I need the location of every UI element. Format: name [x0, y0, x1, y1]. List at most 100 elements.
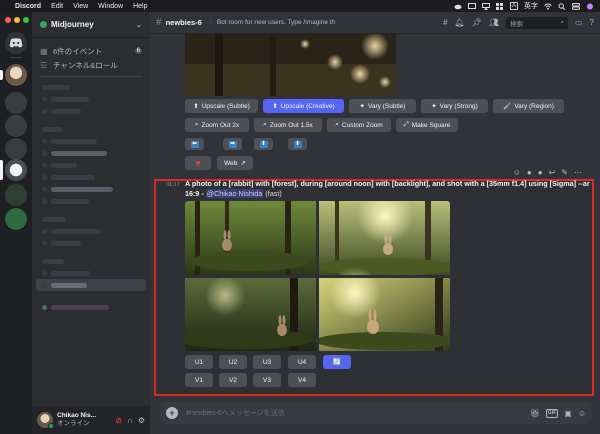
channel-category[interactable]	[32, 213, 150, 225]
vary-subtle-button[interactable]: ✦ Vary (Subtle)	[349, 99, 416, 113]
web-link-button[interactable]: Web ↗	[217, 156, 253, 170]
generated-image-grid[interactable]	[185, 201, 450, 351]
message-composer[interactable]: + #newbies-6へメッセージを送信 🎁︎ GIF ▣ ☺	[160, 402, 592, 424]
channel-item[interactable]	[32, 147, 150, 159]
search-input[interactable]: 検索 ⌕	[505, 16, 568, 29]
user-server-avatar[interactable]	[5, 64, 27, 86]
menu-view[interactable]: View	[73, 3, 88, 10]
search-icon[interactable]	[558, 2, 566, 10]
upscale-2-label: U2	[228, 358, 238, 366]
channel-item[interactable]	[32, 135, 150, 147]
airplay-icon[interactable]	[481, 2, 490, 10]
upscale-subtle-button[interactable]: ⬆ Upscale (Subtle)	[185, 99, 258, 113]
input-method-badge[interactable]: A	[509, 2, 518, 10]
sticker-icon[interactable]: ▣	[564, 409, 572, 418]
favorite-button[interactable]: ♥	[185, 156, 211, 170]
add-reaction-icon[interactable]: ☺	[513, 168, 521, 177]
emoji-icon[interactable]: ☺	[578, 409, 586, 418]
channel-item[interactable]	[32, 237, 150, 249]
threads-icon[interactable]: #	[443, 18, 447, 27]
zoom-window-icon[interactable]	[23, 17, 29, 23]
channel-item[interactable]	[32, 93, 150, 105]
upscale-2-button[interactable]: U2	[219, 355, 247, 369]
server-icon[interactable]	[5, 184, 27, 206]
siri-icon[interactable]	[586, 3, 594, 10]
gif-icon[interactable]: GIF	[545, 408, 559, 418]
discord-home-icon[interactable]	[5, 32, 27, 54]
variation-4-button[interactable]: V4	[288, 373, 316, 387]
menu-help[interactable]: Help	[133, 3, 147, 10]
pin-icon[interactable]: 📌︎	[472, 18, 482, 27]
zoom-out-1-5x-button[interactable]: ⌕ Zoom Out 1.5x	[254, 118, 322, 132]
headphones-icon[interactable]: ∩	[127, 416, 133, 425]
chevron-down-icon[interactable]: ⌄	[136, 21, 142, 29]
help-icon[interactable]: ?	[590, 18, 594, 27]
cloud-icon[interactable]	[454, 3, 462, 10]
midjourney-server-icon[interactable]	[5, 159, 27, 181]
add-attachment-icon[interactable]: +	[166, 407, 178, 419]
reroll-button[interactable]: 🔄	[323, 355, 351, 369]
variation-2-button[interactable]: V2	[219, 373, 247, 387]
server-header[interactable]: Midjourney ⌄	[32, 12, 150, 38]
channel-item[interactable]	[32, 301, 150, 313]
pan-left-button[interactable]: ⬅	[185, 138, 204, 150]
previous-generated-image[interactable]	[185, 34, 396, 96]
channels-roles-row[interactable]: ☰ チャンネル&ロール	[32, 58, 150, 72]
server-icon[interactable]	[5, 92, 27, 114]
input-method-label[interactable]: 英字	[524, 1, 538, 11]
bell-icon[interactable]: 🔔︎	[455, 18, 465, 27]
username[interactable]: Chikao Nis...	[57, 412, 96, 420]
pan-up-button[interactable]: ⬆	[254, 138, 273, 150]
control-center-icon[interactable]	[572, 2, 580, 10]
channel-item[interactable]	[32, 81, 150, 93]
channel-item[interactable]	[32, 267, 150, 279]
screen-icon[interactable]	[467, 2, 476, 10]
pan-down-button[interactable]: ⬇	[288, 138, 307, 150]
wifi-icon[interactable]	[544, 3, 552, 10]
vary-strong-button[interactable]: ✦ Vary (Strong)	[421, 99, 488, 113]
channel-item[interactable]	[32, 225, 150, 237]
more-icon[interactable]: ⋯	[574, 168, 582, 177]
reaction-icon[interactable]: ●	[538, 168, 543, 177]
channel-category[interactable]	[32, 255, 150, 267]
members-icon[interactable]: 👥︎	[489, 18, 499, 27]
events-row[interactable]: ▦ 6件のイベント 6	[32, 44, 150, 58]
upscale-4-button[interactable]: U4	[288, 355, 316, 369]
menu-window[interactable]: Window	[98, 3, 123, 10]
variation-1-button[interactable]: V1	[185, 373, 213, 387]
gear-icon[interactable]: ⚙	[138, 416, 145, 425]
pan-right-button[interactable]: ➡	[223, 138, 242, 150]
channel-item[interactable]	[32, 105, 150, 117]
server-icon[interactable]	[5, 115, 27, 137]
gift-icon[interactable]: 🎁︎	[530, 409, 540, 418]
upscale-3-button[interactable]: U3	[253, 355, 281, 369]
minimize-window-icon[interactable]	[14, 17, 20, 23]
custom-zoom-button[interactable]: ⌕ Custom Zoom	[327, 118, 391, 132]
channel-item[interactable]	[32, 195, 150, 207]
inbox-icon[interactable]: ▭	[575, 18, 583, 27]
channel-item[interactable]	[32, 159, 150, 171]
menu-app-discord[interactable]: Discord	[15, 3, 41, 10]
channel-category[interactable]	[32, 123, 150, 135]
channel-item-active[interactable]	[36, 279, 146, 291]
make-square-button[interactable]: ⤢ Make Square	[396, 118, 458, 132]
vary-region-button[interactable]: 🖌︎ Vary (Region)	[493, 99, 564, 113]
zoom-out-2x-button[interactable]: ⌕ Zoom Out 2x	[185, 118, 249, 132]
avatar[interactable]	[37, 412, 54, 429]
close-window-icon[interactable]	[5, 17, 11, 23]
server-icon[interactable]	[5, 138, 27, 160]
menu-edit[interactable]: Edit	[51, 3, 63, 10]
upscale-creative-button[interactable]: ⬆ Upscale (Creative)	[263, 99, 344, 113]
channel-item[interactable]	[32, 171, 150, 183]
channel-topic[interactable]: Bot room for new users. Type /imagine th…	[209, 19, 335, 26]
variation-3-button[interactable]: V3	[253, 373, 281, 387]
grid-icon[interactable]	[495, 2, 504, 10]
reaction-icon[interactable]: ●	[527, 168, 532, 177]
mic-muted-icon[interactable]: ⊘	[115, 416, 122, 425]
user-mention[interactable]: @Chikao Nishida	[205, 189, 264, 198]
edit-icon[interactable]: ✎	[561, 168, 568, 177]
reply-icon[interactable]: ↩	[549, 168, 556, 177]
upscale-1-button[interactable]: U1	[185, 355, 213, 369]
server-icon[interactable]	[5, 208, 27, 230]
channel-item[interactable]	[32, 183, 150, 195]
